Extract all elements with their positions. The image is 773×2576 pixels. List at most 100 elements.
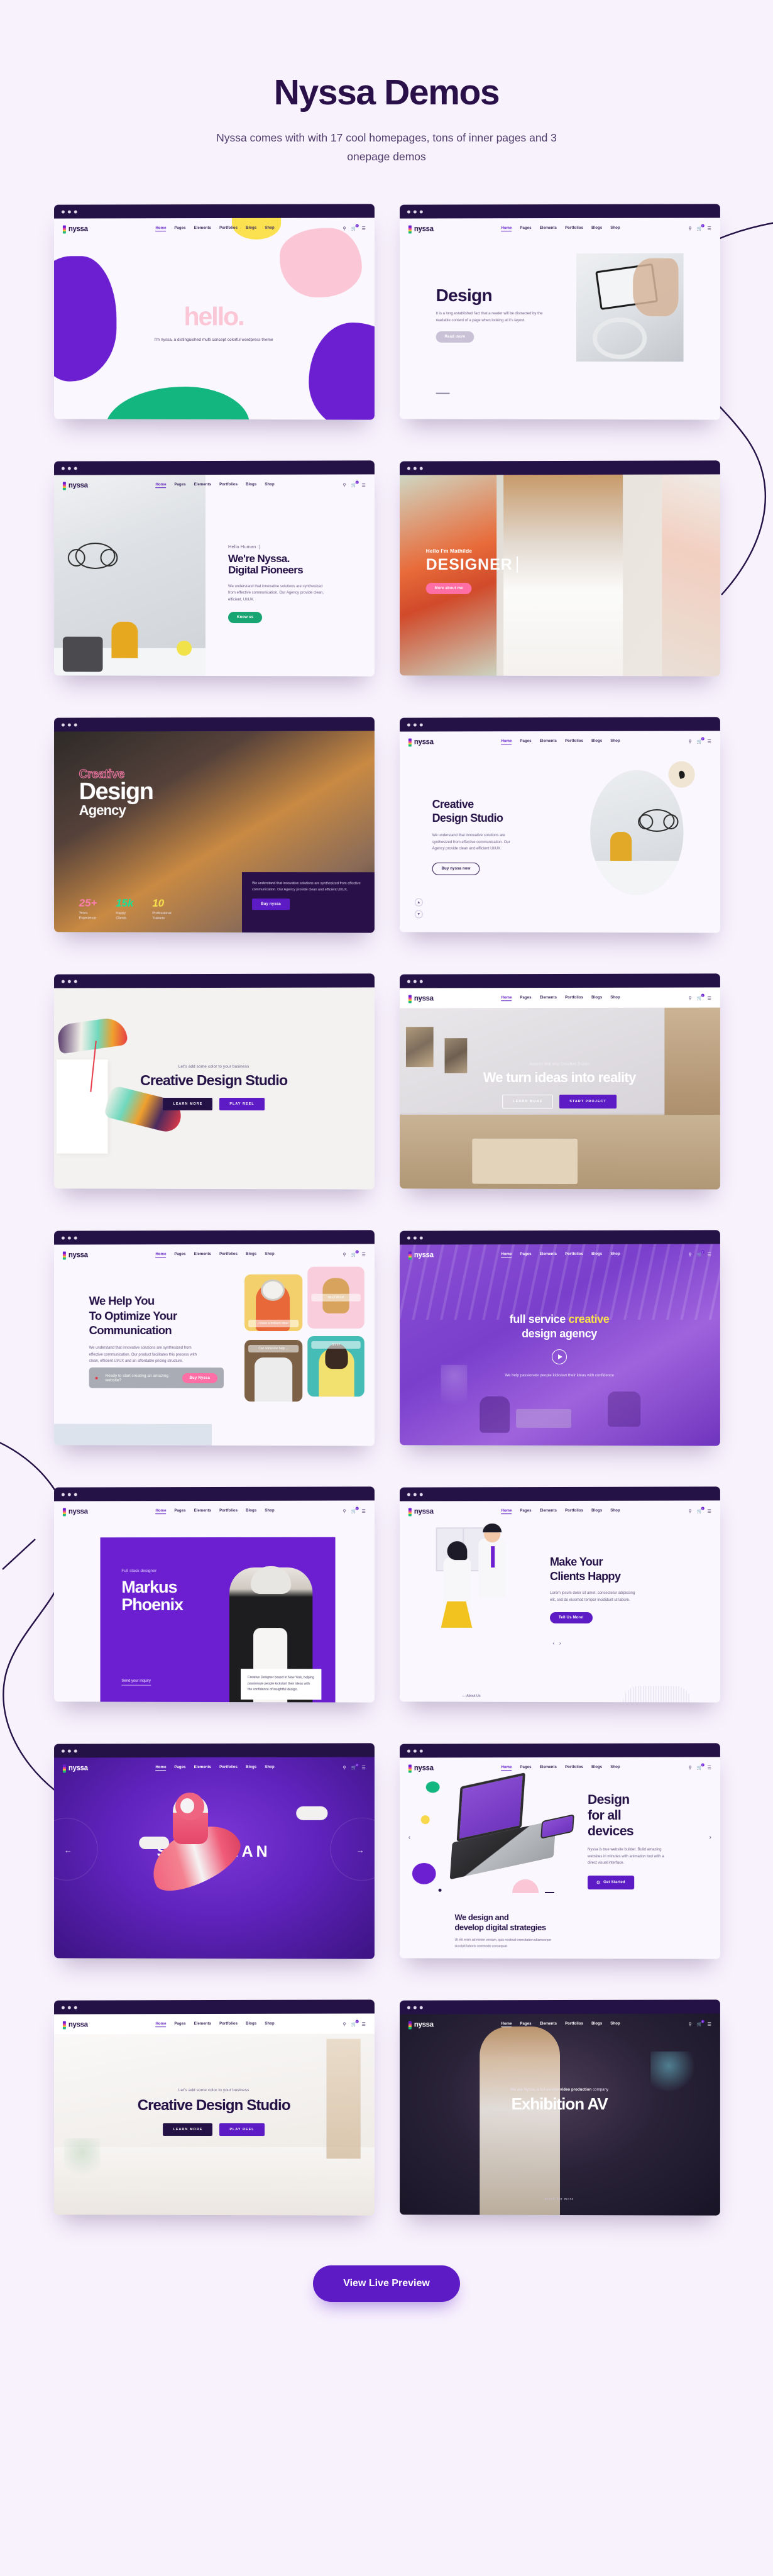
menu-icon[interactable]: ☰ [707,1252,711,1258]
search-icon[interactable]: ⚲ [688,1252,691,1258]
menu-icon[interactable]: ☰ [707,739,711,744]
nav-link-portfolios[interactable]: Portfolios [565,226,583,231]
nav-link-pages[interactable]: Pages [174,1509,185,1514]
demo-card-designer[interactable]: Hello I'm Mathilde DESIGNER More about m… [399,460,720,691]
nav-link-blogs[interactable]: Blogs [591,2022,602,2027]
nav-link-shop[interactable]: Shop [610,1252,620,1258]
nav-link-portfolios[interactable]: Portfolios [219,1252,238,1258]
nav-link-pages[interactable]: Pages [520,226,531,231]
demo-card-creative-design-studio-light[interactable]: nyssa Home Pages Elements Portfolios Blo… [53,1999,375,2230]
menu-icon[interactable]: ☰ [707,226,711,231]
nav-link-blogs[interactable]: Blogs [591,1766,602,1771]
logo[interactable]: nyssa [408,1508,434,1517]
nav-link-elements[interactable]: Elements [540,1509,557,1514]
nav-link-elements[interactable]: Elements [540,1766,557,1771]
nav-link-portfolios[interactable]: Portfolios [565,739,583,744]
logo[interactable]: nyssa [408,1251,434,1260]
search-icon[interactable]: ⚲ [343,483,346,488]
nav-link-home[interactable]: Home [501,1766,512,1771]
search-icon[interactable]: ⚲ [688,1766,691,1771]
nav-link-shop[interactable]: Shop [610,226,620,231]
demo-card-creative-design-studio[interactable]: nyssa Home Pages Elements Portfolios Blo… [399,717,720,948]
logo[interactable]: nyssa [62,2021,88,2030]
demo-card-exhibition-av[interactable]: nyssa Home Pages Elements Portfolios Blo… [399,1999,720,2230]
play-reel-button[interactable]: PLAY REEL [219,2123,265,2137]
nav-link-pages[interactable]: Pages [174,483,185,488]
menu-icon[interactable]: ☰ [707,1766,711,1771]
play-reel-button[interactable]: PLAY REEL [219,1098,265,1111]
menu-icon[interactable]: ☰ [361,483,365,488]
nav-link-blogs[interactable]: Blogs [246,483,256,488]
know-us-button[interactable]: Know us [228,612,263,624]
nav-link-home[interactable]: Home [155,1252,167,1258]
menu-icon[interactable]: ☰ [707,2022,711,2027]
menu-icon[interactable]: ☰ [707,996,711,1001]
nav-link-home[interactable]: Home [155,483,167,489]
cart-icon[interactable]: 🛒 0 [351,480,359,488]
demo-card-spaceman[interactable]: ← → nyssa Home Pages Elements Portfolios… [53,1743,375,1974]
nav-link-home[interactable]: Home [501,739,512,745]
play-icon[interactable] [552,1349,567,1365]
logo[interactable]: nyssa [62,482,88,490]
demo-card-design[interactable]: nyssa Home Pages Elements Portfolios Blo… [399,204,720,434]
cart-icon[interactable]: 🛒 0 [697,737,704,744]
demo-card-optimize-communication[interactable]: nyssa Home Pages Elements Portfolios Blo… [53,1230,375,1461]
more-about-me-button[interactable]: More about me [425,583,472,595]
nav-link-elements[interactable]: Elements [540,226,557,231]
start-project-button[interactable]: START PROJECT [559,1095,617,1109]
search-icon[interactable]: ⚲ [688,739,691,744]
nav-link-elements[interactable]: Elements [540,1252,557,1258]
nav-link-elements[interactable]: Elements [194,226,211,231]
nav-link-home[interactable]: Home [501,226,512,232]
search-icon[interactable]: ⚲ [688,1509,691,1514]
nav-link-portfolios[interactable]: Portfolios [219,226,238,231]
read-more-button[interactable]: Read more [436,331,474,343]
demo-card-markus-phoenix[interactable]: nyssa Home Pages Elements Portfolios Blo… [53,1486,375,1717]
demo-card-creative-design-agency[interactable]: Creative Design Agency 25+ Years Experie… [53,717,375,948]
nav-link-pages[interactable]: Pages [520,1766,531,1771]
nav-link-blogs[interactable]: Blogs [246,226,256,231]
search-icon[interactable]: ⚲ [343,1252,346,1258]
demo-card-full-service-agency[interactable]: nyssa Home Pages Elements Portfolios Blo… [399,1230,720,1461]
nav-link-pages[interactable]: Pages [174,1766,185,1771]
logo[interactable]: nyssa [408,2021,434,2030]
nav-link-portfolios[interactable]: Portfolios [565,996,583,1001]
logo[interactable]: nyssa [408,738,434,747]
logo[interactable]: nyssa [408,225,434,234]
buy-nyssa-now-button[interactable]: Buy nyssa now [432,862,480,875]
nav-link-shop[interactable]: Shop [610,996,620,1001]
view-live-preview-button[interactable]: View Live Preview [313,2265,460,2302]
logo[interactable]: nyssa [408,1764,434,1773]
nav-link-pages[interactable]: Pages [520,1509,531,1514]
search-icon[interactable]: ⚲ [688,226,691,231]
logo[interactable]: nyssa [408,995,434,1003]
nav-link-blogs[interactable]: Blogs [591,739,602,744]
nav-link-pages[interactable]: Pages [520,2022,531,2027]
nav-link-pages[interactable]: Pages [174,1252,185,1258]
demo-card-hello[interactable]: nyssa Home Pages Elements Portfolios Blo… [53,204,375,434]
nav-link-shop[interactable]: Shop [265,1509,274,1514]
nav-link-portfolios[interactable]: Portfolios [565,1252,583,1258]
cart-icon[interactable]: 🛒 0 [351,224,359,231]
nav-link-elements[interactable]: Elements [194,1766,211,1771]
cart-icon[interactable]: 🛒 0 [351,1506,359,1514]
nav-link-home[interactable]: Home [155,2022,167,2028]
demo-card-sneakers[interactable]: Let's add some color to your business Cr… [53,973,375,1204]
nav-link-portfolios[interactable]: Portfolios [219,2022,238,2027]
learn-more-button[interactable]: LEARN MORE [502,1095,554,1109]
nav-link-blogs[interactable]: Blogs [246,1252,256,1258]
nav-link-elements[interactable]: Elements [540,2022,557,2027]
demo-card-ideas-into-reality[interactable]: nyssa Home Pages Elements Portfolios Blo… [399,973,720,1204]
nav-link-portfolios[interactable]: Portfolios [565,1766,583,1771]
search-icon[interactable]: ⚲ [343,1509,346,1514]
nav-link-home[interactable]: Home [501,1252,512,1258]
nav-link-blogs[interactable]: Blogs [591,1509,602,1514]
cart-icon[interactable]: 🛒 0 [697,1250,704,1258]
demo-card-digital-pioneers[interactable]: nyssa Home Pages Elements Portfolios Blo… [53,460,375,691]
nav-link-elements[interactable]: Elements [194,1252,211,1258]
nav-link-blogs[interactable]: Blogs [591,226,602,231]
search-icon[interactable]: ⚲ [343,2022,346,2027]
menu-icon[interactable]: ☰ [361,1509,365,1514]
nav-link-elements[interactable]: Elements [194,1509,211,1514]
logo[interactable]: nyssa [62,1764,88,1773]
